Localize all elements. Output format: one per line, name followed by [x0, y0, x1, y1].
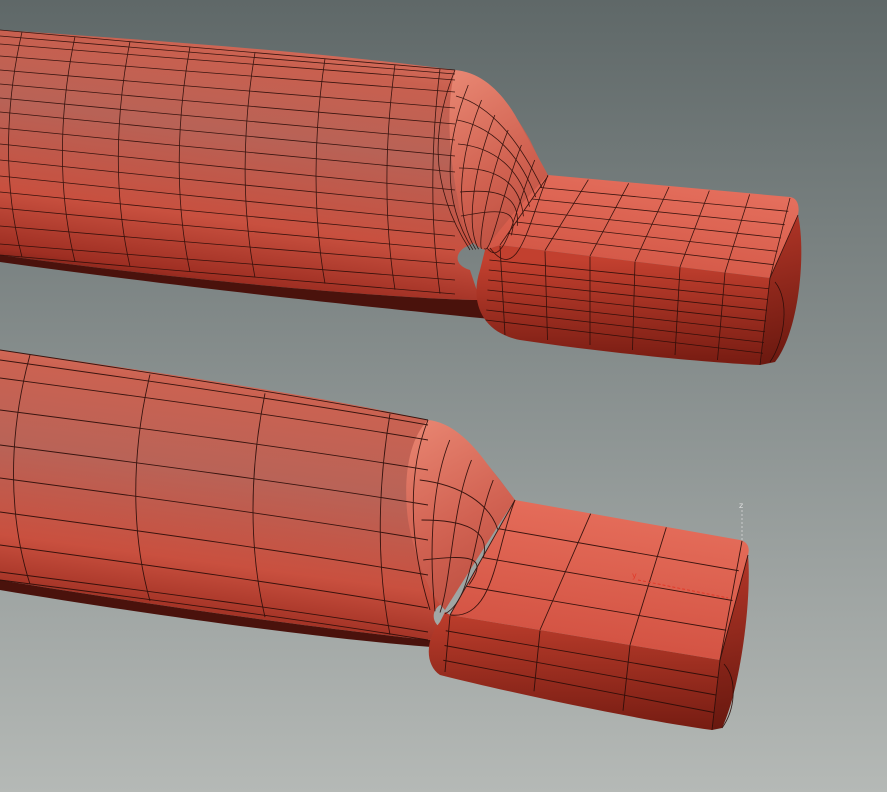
y-axis-label: y: [632, 571, 637, 580]
z-axis-label: z: [739, 501, 743, 510]
3d-viewport[interactable]: y z: [0, 0, 887, 792]
viewport-canvas[interactable]: y z: [0, 0, 887, 792]
